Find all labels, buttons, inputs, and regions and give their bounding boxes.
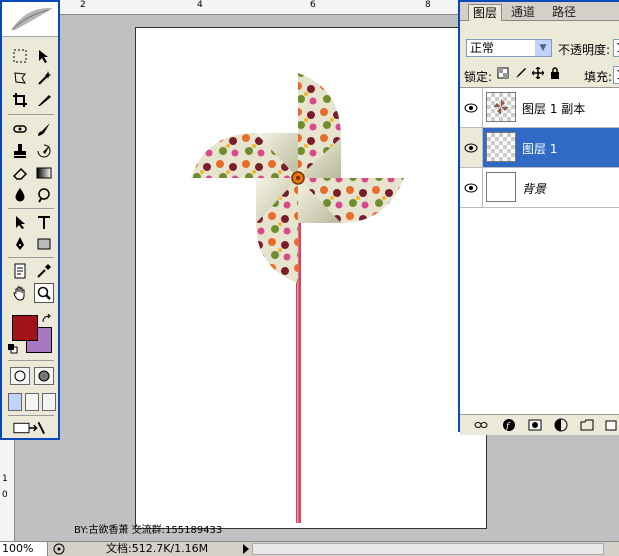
horizontal-scrollbar[interactable] bbox=[252, 543, 604, 555]
fill-input[interactable]: 1 bbox=[613, 66, 619, 84]
stamp-icon[interactable] bbox=[10, 141, 30, 161]
toolbox-divider bbox=[8, 208, 54, 209]
gradient-icon[interactable] bbox=[34, 163, 54, 183]
eye-icon[interactable] bbox=[460, 168, 483, 207]
toolbox-divider bbox=[8, 114, 54, 115]
layer-thumbnail bbox=[486, 132, 516, 162]
ruler-label: 4 bbox=[197, 0, 203, 10]
history-brush-icon[interactable] bbox=[34, 141, 54, 161]
lock-label: 锁定: bbox=[464, 70, 493, 84]
layer-name: 图层 1 副本 bbox=[522, 102, 586, 116]
notes-icon[interactable] bbox=[10, 261, 30, 281]
blur-icon[interactable] bbox=[10, 185, 30, 205]
layer-mask-icon[interactable] bbox=[528, 418, 542, 432]
layer-row[interactable]: 背景 bbox=[460, 168, 619, 208]
foreground-color-swatch[interactable] bbox=[12, 315, 38, 341]
toolbox-divider bbox=[8, 257, 54, 258]
document-info: 文档:512.7K/1.16M bbox=[106, 542, 209, 555]
link-layers-icon[interactable] bbox=[474, 418, 488, 432]
new-group-icon[interactable] bbox=[580, 418, 594, 432]
zoom-input[interactable]: 100% bbox=[0, 542, 48, 556]
shape-icon[interactable] bbox=[34, 234, 54, 254]
hand-icon[interactable] bbox=[10, 283, 30, 303]
lock-image-icon[interactable] bbox=[515, 67, 527, 79]
layer-style-icon[interactable]: f bbox=[502, 418, 516, 432]
ruler-label: 8 bbox=[425, 0, 431, 10]
blend-mode-select[interactable]: 正常 ▼ bbox=[466, 39, 552, 57]
healing-brush-icon[interactable] bbox=[10, 119, 30, 139]
layer-thumbnail bbox=[486, 172, 516, 202]
status-menu-arrow-icon[interactable] bbox=[243, 544, 249, 554]
layer-row[interactable]: 图层 1 副本 bbox=[460, 88, 619, 128]
toolbox[interactable] bbox=[0, 0, 60, 440]
opacity-input[interactable]: 1 bbox=[613, 39, 619, 57]
move-icon[interactable] bbox=[34, 46, 54, 66]
pinwheel-artwork bbox=[191, 73, 404, 523]
toolbox-header[interactable] bbox=[2, 2, 58, 37]
new-layer-icon[interactable] bbox=[604, 418, 618, 432]
marquee-icon[interactable] bbox=[10, 46, 30, 66]
tab-paths[interactable]: 路径 bbox=[548, 4, 580, 20]
fill-label: 填充: bbox=[584, 70, 613, 84]
eye-icon[interactable] bbox=[460, 88, 483, 127]
quick-mask-icon[interactable] bbox=[34, 367, 54, 385]
swap-colors-icon[interactable] bbox=[42, 314, 52, 324]
lock-position-icon[interactable] bbox=[532, 67, 544, 79]
default-colors-icon[interactable] bbox=[8, 344, 18, 354]
crop-icon[interactable] bbox=[10, 90, 30, 110]
document-canvas[interactable] bbox=[135, 27, 487, 529]
toolbox-divider bbox=[8, 360, 54, 361]
pen-icon[interactable] bbox=[10, 234, 30, 254]
eraser-icon[interactable] bbox=[10, 163, 30, 183]
full-screen-menu-icon[interactable] bbox=[25, 393, 39, 411]
lock-all-icon[interactable] bbox=[549, 67, 561, 79]
layers-list[interactable]: 图层 1 副本 图层 1 背景 bbox=[460, 87, 619, 415]
layer-name: 背景 bbox=[522, 182, 547, 196]
ruler-label: 1 bbox=[2, 474, 8, 484]
slice-icon[interactable] bbox=[34, 90, 54, 110]
opacity-label: 不透明度: bbox=[558, 43, 611, 57]
layer-row[interactable]: 图层 1 bbox=[460, 128, 619, 168]
tab-channels[interactable]: 通道 bbox=[507, 4, 539, 20]
adjustment-layer-icon[interactable] bbox=[554, 418, 568, 432]
status-bar: 100% 文档:512.7K/1.16M bbox=[0, 541, 619, 556]
panel-tabs: 图层 通道 路径 bbox=[460, 2, 619, 21]
ruler-label: 0 bbox=[2, 490, 8, 500]
path-select-icon[interactable] bbox=[10, 212, 30, 232]
layer-thumbnail bbox=[486, 92, 516, 122]
dodge-icon[interactable] bbox=[34, 185, 54, 205]
magic-wand-icon[interactable] bbox=[34, 68, 54, 88]
type-icon[interactable] bbox=[34, 212, 54, 232]
ruler-label: 6 bbox=[310, 0, 316, 10]
imageready-jump-icon[interactable] bbox=[10, 418, 48, 438]
lock-transparent-icon[interactable] bbox=[497, 67, 509, 79]
zoom-icon[interactable] bbox=[34, 283, 54, 303]
eyedropper-icon[interactable] bbox=[34, 261, 54, 281]
layers-panel-footer: f bbox=[460, 414, 619, 435]
tab-layers[interactable]: 图层 bbox=[468, 4, 503, 21]
info-icon[interactable] bbox=[52, 543, 66, 555]
eye-icon[interactable] bbox=[460, 128, 483, 167]
watermark-text: BY:古欲香萧 交流群:155189433 bbox=[74, 525, 223, 536]
full-screen-icon[interactable] bbox=[42, 393, 56, 411]
brush-icon[interactable] bbox=[34, 119, 54, 139]
standard-screen-icon[interactable] bbox=[8, 393, 22, 411]
ruler-label: 2 bbox=[80, 0, 86, 10]
layers-panel[interactable]: 图层 通道 路径 正常 ▼ 不透明度: 1 锁定: 填充: 1 图层 1 副本 … bbox=[458, 0, 619, 435]
chevron-down-icon: ▼ bbox=[535, 40, 551, 56]
toolbox-divider bbox=[8, 415, 54, 416]
blend-mode-value: 正常 bbox=[470, 41, 495, 55]
feather-icon bbox=[11, 7, 53, 30]
lasso-icon[interactable] bbox=[10, 68, 30, 88]
layer-name: 图层 1 bbox=[522, 142, 558, 156]
standard-mode-icon[interactable] bbox=[10, 367, 30, 385]
